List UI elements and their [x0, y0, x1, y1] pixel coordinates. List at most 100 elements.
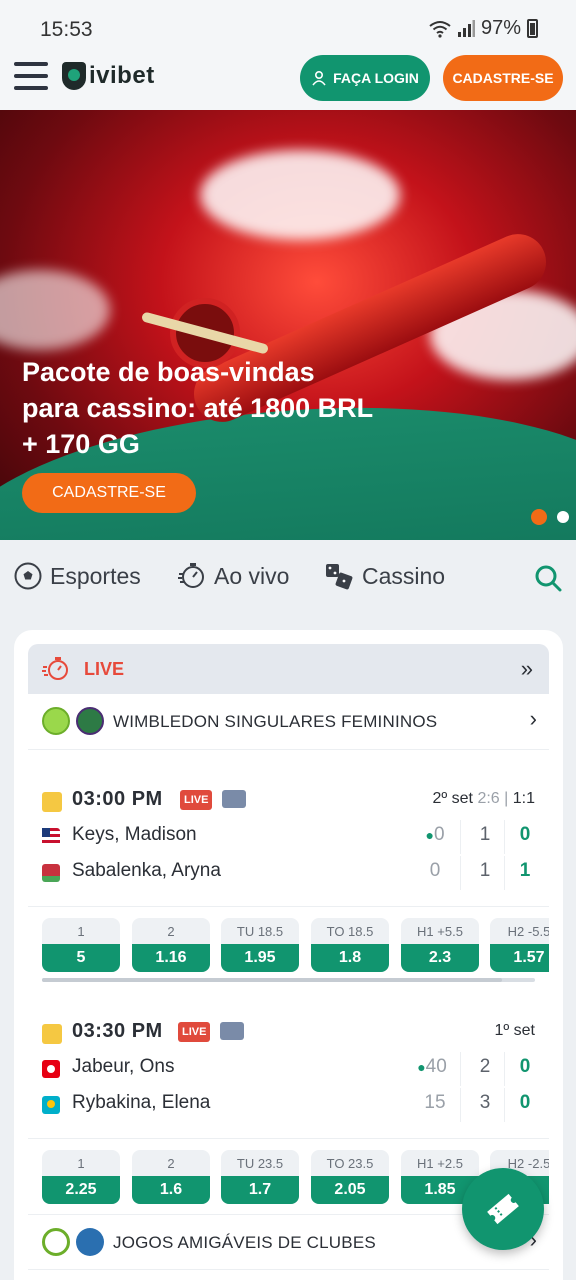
team-points: ●40: [417, 1056, 447, 1077]
odd-value: 1.95: [221, 944, 299, 972]
us-flag-icon: [42, 828, 60, 846]
ticket-icon: [487, 1193, 519, 1225]
tv-stream-icon[interactable]: [220, 1022, 244, 1040]
team-row: Jabeur, Ons ●40 2 0: [42, 1052, 542, 1086]
odd-button[interactable]: TU 18.5 1.95: [221, 918, 299, 972]
odd-label: 1: [77, 923, 85, 939]
league-name: JOGOS AMIGÁVEIS DE CLUBES: [113, 1233, 376, 1252]
odd-label: 2: [167, 923, 175, 939]
tennis-ball-icon: [42, 707, 70, 735]
user-icon: [312, 70, 326, 86]
odd-button[interactable]: TU 23.5 1.7: [221, 1150, 299, 1204]
team-row: Rybakina, Elena 15 3 0: [42, 1088, 542, 1122]
match-card[interactable]: 03:00 PM LIVE 2º set 2:6 | 1:1 Keys, Mad…: [28, 784, 549, 984]
odd-value: 2.05: [311, 1176, 389, 1204]
scrollbar-thumb[interactable]: [42, 978, 502, 982]
team-sets: 1: [479, 824, 491, 845]
battery-percent: 97%: [480, 17, 521, 39]
login-label: FAÇA LOGIN: [333, 70, 419, 86]
carousel-dot-active[interactable]: [531, 509, 547, 525]
team-games: 0: [519, 824, 531, 845]
nav-label: Ao vivo: [214, 562, 290, 589]
odd-button[interactable]: 1 2.25: [42, 1150, 120, 1204]
odd-label: H2 -5.5: [507, 923, 549, 939]
odd-label: TU 23.5: [236, 1155, 284, 1171]
status-bar: 15:53 97%: [0, 0, 576, 48]
live-badge: LIVE: [180, 790, 213, 810]
odd-button[interactable]: 15: [42, 918, 120, 972]
team-points: ●0: [425, 824, 445, 845]
odd-value: 1.7: [221, 1176, 299, 1204]
app-header: ivibet FAÇA LOGIN CADASTRE-SE: [0, 48, 576, 110]
match-time: 03:00 PM: [72, 788, 163, 810]
stats-icon[interactable]: [42, 1024, 62, 1044]
odd-label: TO 23.5: [326, 1155, 374, 1171]
divider: [460, 820, 461, 854]
odd-label: TO 18.5: [326, 923, 374, 939]
signup-button[interactable]: CADASTRE-SE: [443, 55, 563, 101]
login-button[interactable]: FAÇA LOGIN: [300, 55, 430, 101]
team-name: Jabeur, Ons: [72, 1056, 175, 1077]
set-info: 2º set 2:6 | 1:1: [432, 790, 535, 808]
odd-value: 2.25: [42, 1176, 120, 1204]
team-points: 0: [429, 860, 441, 881]
tv-stream-icon[interactable]: [222, 790, 246, 808]
banner-headline-line: Pacote de boas-vindas: [22, 357, 315, 387]
nav-ao-vivo[interactable]: Ao vivo: [178, 562, 289, 590]
stats-icon[interactable]: [42, 792, 62, 812]
odd-button[interactable]: 2 1.6: [132, 1150, 210, 1204]
odd-button[interactable]: TO 18.5 1.8: [311, 918, 389, 972]
team-row: Sabalenka, Aryna 0 1 1: [42, 856, 542, 890]
odd-button[interactable]: H1 +5.5 2.3: [401, 918, 479, 972]
odd-button[interactable]: 2 1.16: [132, 918, 210, 972]
shield-logo-icon: [62, 62, 86, 90]
nav-esportes[interactable]: Esportes: [14, 562, 141, 590]
divider: [28, 906, 549, 907]
odd-value: 1.6: [132, 1176, 210, 1204]
betslip-fab[interactable]: [462, 1168, 544, 1250]
odd-value: 5: [42, 944, 120, 972]
team-sets: 3: [479, 1092, 491, 1113]
set-info: 1º set: [494, 1022, 535, 1039]
odds-row: 15 2 1.16 TU 18.5 1.95 TO 18.5 1.8 H1 +5.5 2…: [42, 918, 549, 972]
double-chevron-right-icon[interactable]: »: [521, 656, 533, 682]
cloud-decoration: [200, 150, 400, 240]
team-sets: 2: [479, 1056, 491, 1077]
league-row[interactable]: WIMBLEDON SINGULARES FEMININOS ›: [28, 694, 549, 750]
serve-indicator: ●: [417, 1059, 426, 1075]
logo[interactable]: ivibet: [62, 62, 155, 90]
divider: [504, 820, 505, 854]
by-flag-icon: [42, 864, 60, 882]
team-name: Sabalenka, Aryna: [72, 860, 221, 881]
carousel-dot[interactable]: [557, 511, 569, 523]
odd-label: H1 +5.5: [417, 923, 463, 939]
live-stopwatch-icon: [42, 657, 68, 680]
promo-banner[interactable]: Pacote de boas-vindas para cassino: até …: [0, 110, 576, 540]
odd-label: 2: [167, 1155, 175, 1171]
nav-label: Esportes: [50, 562, 141, 589]
status-icons: 97%: [429, 17, 538, 40]
team-row: Keys, Madison ●0 1 0: [42, 820, 542, 854]
odd-button[interactable]: TO 23.5 2.05: [311, 1150, 389, 1204]
divider: [504, 1088, 505, 1122]
odds-scrollbar[interactable]: [42, 978, 535, 982]
serve-indicator: ●: [425, 827, 434, 843]
signal-icon: [457, 19, 475, 37]
live-header[interactable]: LIVE »: [28, 644, 549, 694]
soccer-ball-icon: [42, 1228, 70, 1256]
menu-icon[interactable]: [14, 62, 48, 90]
globe-icon: [76, 1228, 104, 1256]
odd-button[interactable]: H2 -5.5 1.57: [490, 918, 549, 972]
banner-headline: Pacote de boas-vindas para cassino: até …: [22, 354, 422, 462]
nav-cassino[interactable]: Cassino: [324, 562, 445, 590]
live-label: LIVE: [84, 659, 125, 679]
banner-signup-button[interactable]: CADASTRE-SE: [22, 473, 196, 513]
odd-value: 1.57: [490, 944, 549, 972]
league-name: WIMBLEDON SINGULARES FEMININOS: [113, 712, 438, 731]
chevron-right-icon[interactable]: ›: [530, 706, 537, 732]
search-icon[interactable]: [534, 564, 562, 592]
team-points: 15: [424, 1092, 446, 1113]
divider: [504, 1052, 505, 1086]
divider: [460, 1052, 461, 1086]
dice-icon: [326, 564, 353, 590]
